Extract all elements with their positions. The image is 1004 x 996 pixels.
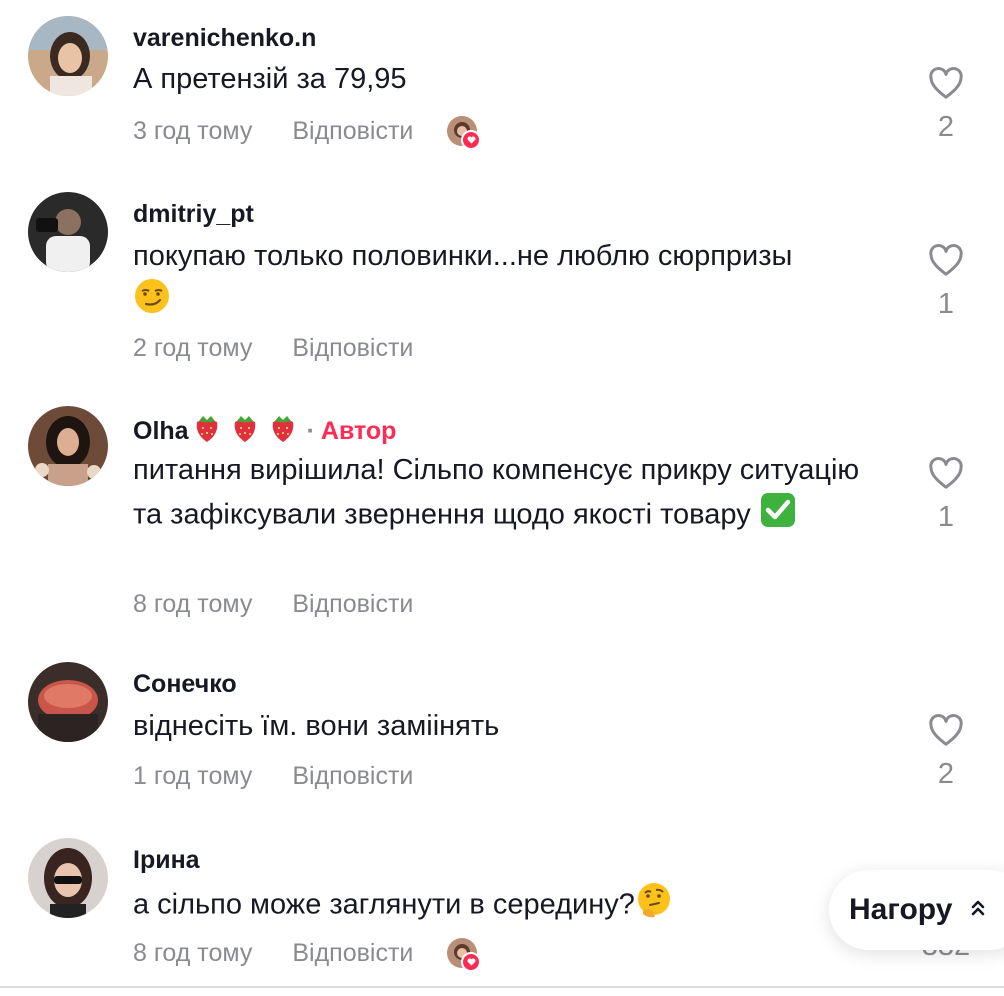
comment-time: 1 год тому — [133, 762, 253, 790]
comment-text: покупаю только половинки...не люблю сюрп… — [133, 235, 893, 327]
reply-button[interactable]: Відповісти — [292, 762, 413, 791]
heart-outline-icon[interactable] — [928, 243, 964, 277]
smirk-emoji — [133, 277, 171, 327]
like-control[interactable]: 2 — [920, 66, 972, 144]
strawberry-emoji — [267, 412, 299, 451]
avatar[interactable] — [28, 662, 108, 742]
avatar[interactable] — [28, 406, 108, 486]
creator-liked-badge — [447, 116, 482, 150]
author-badge: Автор — [320, 417, 397, 445]
strawberry-emoji — [229, 412, 261, 451]
comment-meta: 2 год тому Відповісти — [133, 334, 413, 363]
reply-button[interactable]: Відповісти — [292, 117, 413, 146]
comment-username[interactable]: dmitriy_pt — [133, 200, 254, 229]
comment-meta: 1 год тому Відповісти — [133, 762, 413, 791]
heart-badge-icon — [461, 952, 482, 972]
like-count: 2 — [937, 111, 955, 143]
comment-username[interactable]: Olha · Автор — [133, 412, 396, 451]
comment-meta: 3 год тому Відповісти — [133, 116, 482, 150]
like-control[interactable]: 1 — [920, 243, 972, 321]
comment-meta: 8 год тому Відповісти — [133, 938, 482, 972]
avatar[interactable] — [28, 192, 108, 272]
like-count: 2 — [937, 758, 955, 790]
comment-username[interactable]: Сонечко — [133, 670, 237, 699]
like-count: 1 — [937, 501, 955, 533]
heart-outline-icon[interactable] — [928, 713, 964, 747]
comment-time: 3 год тому — [133, 116, 253, 145]
reply-button[interactable]: Відповісти — [292, 939, 413, 968]
like-control[interactable]: 1 — [920, 456, 972, 534]
author-separator: · — [306, 417, 315, 445]
avatar[interactable] — [28, 16, 108, 96]
heart-badge-icon — [461, 130, 482, 150]
check-mark-button-emoji — [759, 491, 797, 541]
comment-username[interactable]: varenichenko.n — [133, 24, 316, 53]
heart-outline-icon[interactable] — [928, 456, 964, 490]
like-count: 1 — [937, 288, 955, 320]
strawberry-emoji — [191, 412, 223, 451]
scroll-to-top-label: Нагору — [849, 893, 953, 926]
avatar[interactable] — [28, 838, 108, 918]
like-control[interactable]: 2 — [920, 713, 972, 791]
scroll-to-top-button[interactable]: Нагору — [829, 870, 1004, 950]
comment-time: 2 год тому — [133, 334, 253, 362]
reply-button[interactable]: Відповісти — [292, 334, 413, 363]
double-chevron-up-icon — [970, 897, 986, 924]
divider — [0, 986, 1004, 988]
comment-meta: 8 год тому Відповісти — [133, 590, 413, 619]
comment-text: питання вирішила! Сільпо компенсує прикр… — [133, 449, 873, 541]
heart-outline-icon[interactable] — [928, 66, 964, 100]
thinking-face-emoji — [635, 881, 673, 931]
comment-text: А претензій за 79,95 — [133, 63, 407, 95]
reply-button[interactable]: Відповісти — [292, 590, 413, 619]
comment-username[interactable]: Ірина — [133, 846, 200, 875]
comment-time: 8 год тому — [133, 590, 253, 618]
comment-text: а сільпо може заглянути в середину? — [133, 881, 813, 931]
comment-text: віднесіть їм. вони заміінять — [133, 710, 500, 742]
creator-liked-badge — [447, 938, 482, 972]
comment-time: 8 год тому — [133, 938, 253, 967]
